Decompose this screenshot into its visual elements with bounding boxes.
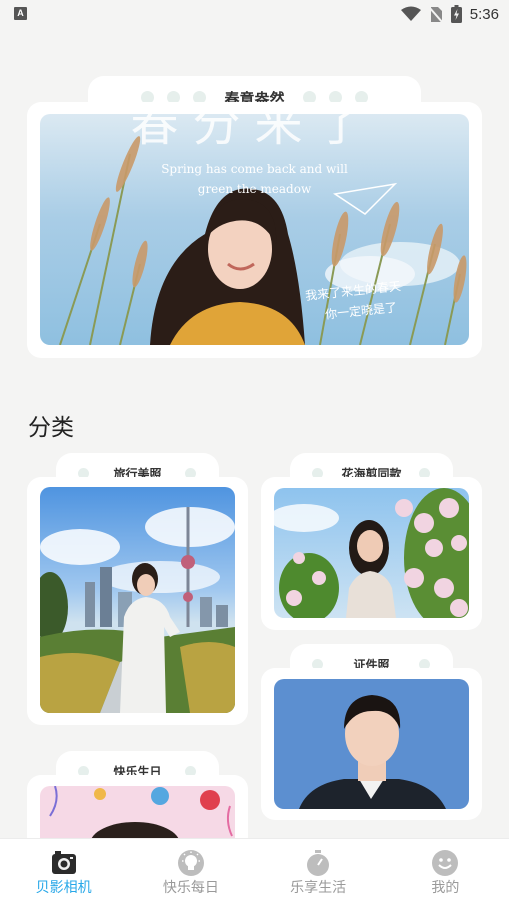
banner-en-line2: green the meadow xyxy=(197,182,312,196)
camera-icon xyxy=(51,851,76,874)
battery-charging-icon xyxy=(450,5,462,23)
category-card-id-photo[interactable]: 证件照 xyxy=(261,644,482,820)
banner-en-line1: Spring has come back and will xyxy=(161,162,348,176)
nav-label: 快乐每日 xyxy=(162,880,219,896)
lightbulb-icon xyxy=(177,850,204,876)
nav-item-camera[interactable]: 贝影相机 xyxy=(0,839,127,904)
no-sim-icon xyxy=(428,5,443,23)
wifi-icon xyxy=(400,6,421,21)
category-card-flowers[interactable]: 花海剪同款 xyxy=(261,453,482,630)
status-icons: 5:36 xyxy=(400,4,499,24)
category-photo[interactable] xyxy=(274,488,469,618)
status-bar: A 5:36 xyxy=(0,0,509,28)
smiley-icon xyxy=(432,850,459,876)
stopwatch-icon xyxy=(307,850,330,876)
nav-label: 我的 xyxy=(431,880,460,896)
bottom-nav: 贝影相机 快乐每日 乐享生活 我的 xyxy=(0,838,509,904)
nav-item-daily[interactable]: 快乐每日 xyxy=(127,839,254,904)
category-card-birthday[interactable]: 快乐生日 xyxy=(27,751,248,851)
travel-photo-illustration xyxy=(40,507,235,713)
nav-item-mine[interactable]: 我的 xyxy=(382,839,509,904)
category-photo[interactable] xyxy=(40,487,235,713)
banner-big-text: 春分来了 xyxy=(130,114,379,152)
flower-photo-illustration xyxy=(274,488,469,618)
category-photo[interactable] xyxy=(274,679,469,809)
nav-label: 贝影相机 xyxy=(35,880,92,896)
clock: 5:36 xyxy=(469,5,499,23)
nav-label: 乐享生活 xyxy=(290,880,347,896)
section-title: 分类 xyxy=(28,415,74,441)
id-photo-illustration xyxy=(299,695,446,809)
notification-a-icon: A xyxy=(14,7,27,20)
category-card-travel[interactable]: 旅行美照 xyxy=(27,453,248,725)
nav-item-life[interactable]: 乐享生活 xyxy=(255,839,382,904)
banner-photo[interactable]: 春分来了 Spring has come back and will green… xyxy=(40,114,469,345)
banner-card[interactable]: 春意盎然 春分来了 Spring has come back and will … xyxy=(27,76,482,358)
